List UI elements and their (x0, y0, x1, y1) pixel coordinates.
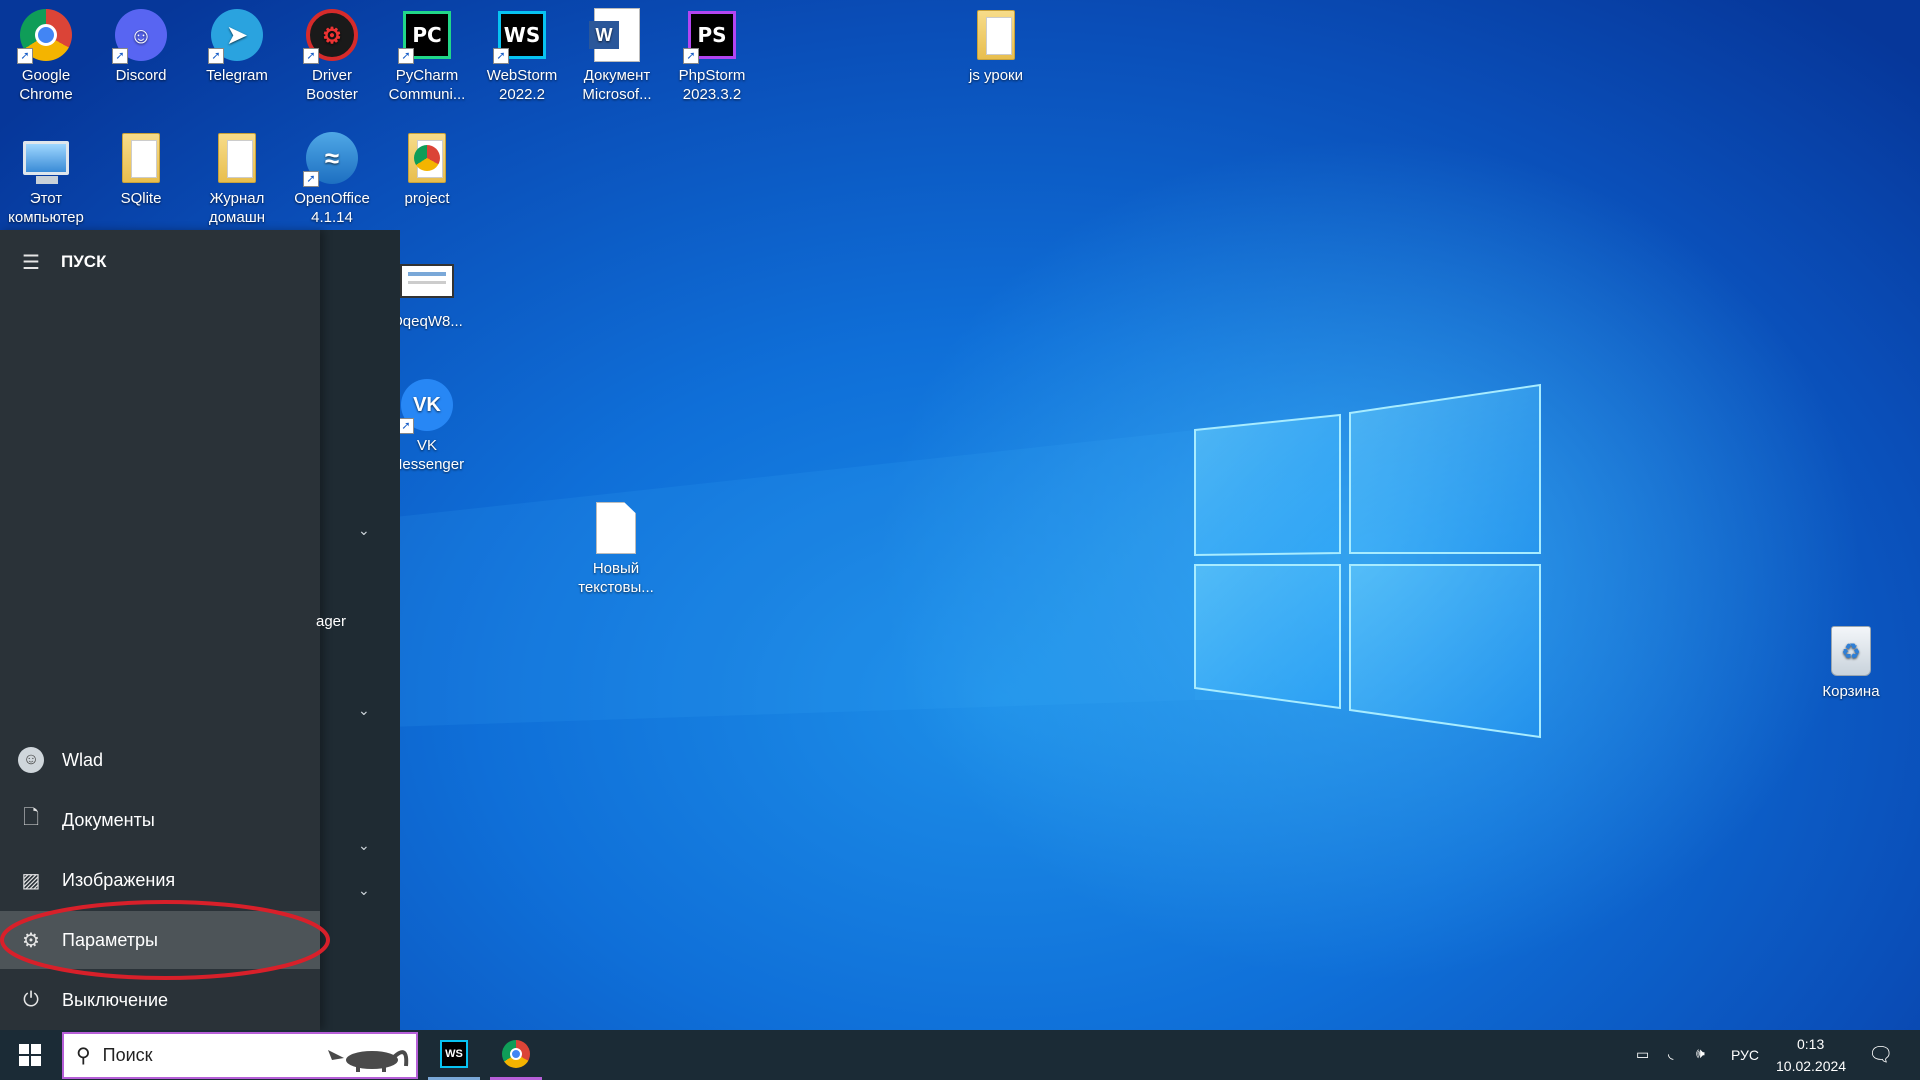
clock-time[interactable]: 0:13 (1797, 1036, 1824, 1052)
desktop-icon-phpstorm[interactable]: PS ➚ PhpStorm 2023.3.2 (670, 0, 754, 104)
desktop-icon-pycharm[interactable]: PC ➚ PyCharm Communi... (385, 0, 469, 104)
search-icon: ⚲ (76, 1045, 91, 1067)
desktop-icon-driver-booster[interactable]: ⚙ ➚ Driver Booster (290, 0, 374, 104)
volume-icon[interactable]: 🕪 (1696, 1045, 1705, 1062)
clock-date[interactable]: 10.02.2024 (1776, 1058, 1846, 1074)
desktop-icon-discord[interactable]: ☺ ➚ Discord (99, 0, 183, 85)
webstorm-icon: WS (440, 1039, 468, 1068)
wifi-icon[interactable]: ◟ (1668, 1045, 1673, 1062)
desktop-icon-project[interactable]: project (385, 123, 469, 208)
recycle-bin-icon: ♻ (1831, 626, 1871, 676)
notifications-icon[interactable]: 🗨 (1868, 1042, 1893, 1067)
hamburger-icon[interactable]: ☰ (0, 250, 62, 275)
start-item-user[interactable]: ☺ Wlad (0, 731, 320, 789)
start-item-label: Изображения (62, 869, 176, 890)
search-input[interactable]: Поиск (103, 1045, 153, 1066)
this-pc-icon (23, 141, 69, 184)
start-item-documents[interactable]: 🗋 Документы (0, 791, 320, 849)
word-icon: W (589, 8, 640, 62)
search-doodle-image (328, 1050, 409, 1072)
chrome-icon (502, 1039, 530, 1068)
desktop-icon-openoffice[interactable]: ≈ ➚ OpenOffice 4.1.14 (290, 123, 374, 227)
desktop-icon-sqlite[interactable]: SQlite (99, 123, 183, 208)
partial-app-label: ager (316, 613, 347, 630)
user-icon: ☺ (0, 747, 62, 773)
chevron-down-icon[interactable]: ⌄ (358, 702, 374, 719)
desktop-icon-js-lessons[interactable]: js уроки (954, 0, 1038, 85)
highlight-annotation-circle (0, 900, 330, 980)
battery-icon[interactable]: ▭ (1636, 1046, 1649, 1063)
desktop-icon-this-pc[interactable]: Этот компьютер (4, 123, 88, 227)
taskbar-app-webstorm[interactable]: WS (428, 1030, 480, 1080)
folder-icon (977, 10, 1015, 60)
language-indicator[interactable]: РУС (1731, 1047, 1759, 1063)
desktop-icon-new-text-file[interactable]: Новый текстовы... (574, 493, 658, 597)
power-icon: ⏻ (23, 988, 39, 1011)
folder-chrome-icon (408, 133, 446, 183)
text-file-icon (596, 502, 636, 554)
pictures-icon: ▨ (21, 869, 41, 892)
start-menu: ☰ ПУСК ☺ Wlad 🗋 Документы ▨ Изображения … (0, 230, 400, 1030)
start-item-label: Документы (62, 809, 155, 830)
desktop-icon-word-document[interactable]: W Документ Microsof... (575, 0, 659, 104)
chevron-down-icon[interactable]: ⌄ (358, 882, 374, 899)
windows-start-icon (19, 1044, 41, 1066)
start-item-label: Wlad (62, 749, 104, 770)
start-menu-title: ПУСК (61, 252, 107, 271)
taskbar-search-box[interactable]: ⚲ Поиск (62, 1032, 418, 1079)
desktop-icon-webstorm[interactable]: WS ➚ WebStorm 2022.2 (480, 0, 564, 104)
start-item-label: Выключение (62, 989, 169, 1010)
desktop-icon-telegram[interactable]: ➤ ➚ Telegram (195, 0, 279, 85)
chevron-down-icon[interactable]: ⌄ (358, 837, 374, 854)
folder-icon (122, 133, 160, 183)
document-icon: 🗋 (22, 807, 40, 829)
desktop-icon-chrome[interactable]: ➚ Google Chrome (4, 0, 88, 104)
desktop-icon-recycle-bin[interactable]: ♻ Корзина (1809, 616, 1893, 701)
chevron-down-icon[interactable]: ⌄ (358, 522, 374, 539)
folder-icon (218, 133, 256, 183)
start-menu-header: ☰ ПУСК (0, 237, 320, 287)
desktop-icon-journal[interactable]: Журнал домашн (195, 123, 279, 227)
start-button[interactable] (0, 1030, 60, 1080)
image-file-icon (400, 264, 454, 298)
taskbar-app-chrome[interactable] (490, 1030, 542, 1080)
